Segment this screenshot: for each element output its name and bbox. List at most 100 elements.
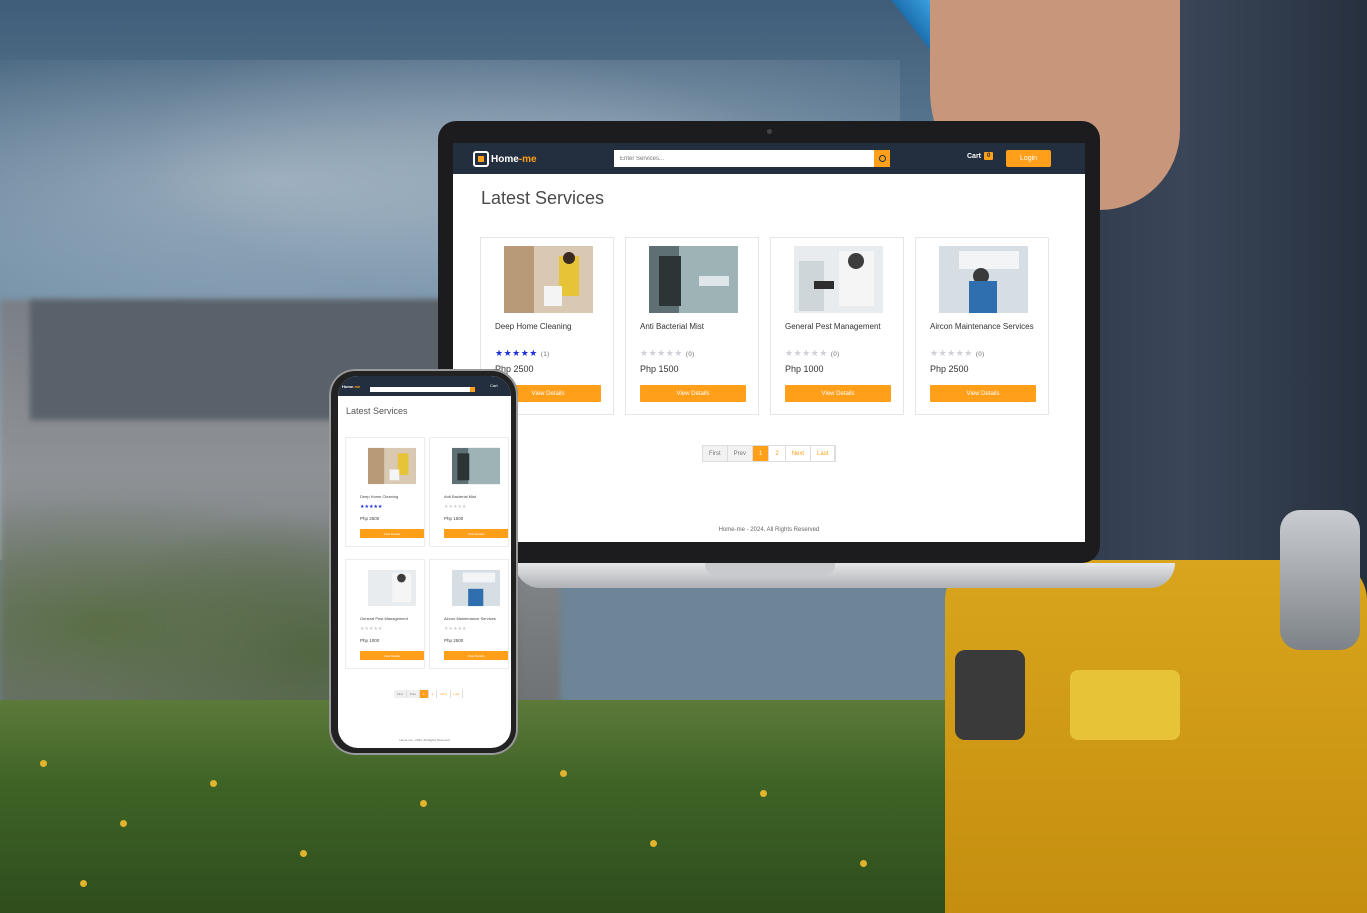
flower [210, 780, 217, 787]
pest-control-photo [368, 569, 416, 607]
flower [650, 840, 657, 847]
star-rating: ★★★★★ [444, 626, 467, 632]
mobile-cart-link[interactable]: Cart [490, 383, 498, 388]
flower [420, 800, 427, 807]
mobile-service-card: Aircon Maintenance Services ★★★★★ Php 25… [429, 559, 509, 669]
flower [40, 760, 47, 767]
review-count: (1) [540, 352, 550, 358]
mobile-page-title: Latest Services [346, 406, 408, 416]
pagination-page-1[interactable]: 1 [753, 446, 770, 461]
pagination-last[interactable]: Last [450, 690, 464, 698]
home-toolbox-icon [473, 151, 489, 167]
mobile-service-card: Anti Bacterial Mist ★★★★★ Php 1500 View … [429, 437, 509, 547]
mobile-service-card: General Pest Management ★★★★★ Php 1000 V… [345, 559, 425, 669]
pagination-last[interactable]: Last [811, 446, 836, 461]
laptop-notch [705, 563, 835, 575]
service-title: Anti Bacterial Mist [640, 322, 705, 331]
view-details-button[interactable]: View Details [444, 651, 508, 660]
pagination-next[interactable]: Next [437, 690, 451, 698]
service-price: Php 1000 [360, 638, 380, 643]
pliers [1280, 510, 1360, 650]
search-bar [614, 150, 890, 167]
service-card: General Pest Management ★★★★★ (0) Php 100… [770, 237, 904, 415]
pagination-page-1[interactable]: 1 [420, 690, 429, 698]
disinfect-photo [649, 246, 738, 313]
service-price: Php 2500 [360, 516, 380, 521]
brand-name: Home-me [491, 153, 537, 165]
service-title: Aircon Maintenance Services [930, 322, 1034, 331]
service-price: Php 1500 [640, 364, 679, 374]
search-button[interactable] [874, 150, 890, 167]
disinfect-photo [452, 447, 500, 485]
star-rating: ★★★★★ (0) [930, 348, 985, 358]
review-count: (0) [830, 352, 840, 358]
view-details-button[interactable]: View Details [930, 385, 1036, 402]
flower [760, 790, 767, 797]
star-rating: ★★★★★ (1) [495, 348, 550, 358]
laptop-screen: Home-me Cart 0 Login Latest Services Dee… [453, 143, 1085, 542]
mobile-navbar: Home-me Cart [338, 376, 511, 396]
login-button[interactable]: Login [1006, 150, 1051, 167]
page-title: Latest Services [481, 188, 605, 208]
search-icon [878, 155, 886, 162]
laptop-camera [767, 129, 772, 134]
star-rating: ★★★★★ [360, 504, 383, 510]
flower [80, 880, 87, 887]
tape-measure [955, 650, 1025, 740]
service-price: Php 2500 [444, 638, 464, 643]
pagination-page-2[interactable]: 2 [428, 690, 438, 698]
view-details-button[interactable]: View Details [785, 385, 891, 402]
cleaning-photo [504, 246, 593, 313]
service-price: Php 1000 [785, 364, 824, 374]
service-price: Php 1500 [444, 516, 464, 521]
flower [120, 820, 127, 827]
star-rating: ★★★★★ [360, 626, 383, 632]
view-details-button[interactable]: View Details [360, 529, 424, 538]
calculator-tool [1070, 670, 1180, 740]
star-rating: ★★★★★ (0) [640, 348, 695, 358]
mobile-service-card: Deep Home Cleaning ★★★★★ Php 2500 View D… [345, 437, 425, 547]
cart-count-badge: 0 [984, 152, 994, 160]
pagination-next[interactable]: Next [785, 446, 812, 461]
phone-screen: Home-me Cart Latest Services Deep Home C… [338, 376, 511, 748]
service-title: Aircon Maintenance Services [444, 616, 496, 621]
laptop-base [515, 563, 1175, 588]
search-input[interactable] [614, 150, 874, 167]
pagination-page-2[interactable]: 2 [769, 446, 786, 461]
pagination-prev[interactable]: Prev [727, 446, 754, 461]
pagination-first[interactable]: First [394, 690, 407, 698]
mobile-pagination: First Prev 1 2 Next Last [394, 690, 464, 698]
view-details-button[interactable]: View Details [444, 529, 508, 538]
mobile-brand-logo[interactable]: Home-me [342, 384, 360, 389]
pagination-first[interactable]: First [703, 446, 728, 461]
pest-control-photo [794, 246, 883, 313]
flower [560, 770, 567, 777]
navbar: Home-me Cart 0 Login [453, 143, 1085, 174]
service-title: Deep Home Cleaning [495, 322, 572, 331]
star-rating: ★★★★★ (0) [785, 348, 840, 358]
view-details-button[interactable]: View Details [360, 651, 424, 660]
view-details-button[interactable]: View Details [640, 385, 746, 402]
pagination-prev[interactable]: Prev [406, 690, 421, 698]
service-card: Anti Bacterial Mist ★★★★★ (0) Php 1500 Vi… [625, 237, 759, 415]
mobile-search-input[interactable] [370, 387, 475, 392]
service-title: General Pest Management [785, 322, 881, 331]
mobile-footer-text: Home-me - 2024, All Rights Reserved [399, 738, 450, 742]
aircon-photo [939, 246, 1028, 313]
footer-text: Home-me - 2024, All Rights Reserved [718, 527, 820, 533]
service-price: Php 2500 [930, 364, 969, 374]
brand-logo[interactable]: Home-me [473, 150, 537, 168]
review-count: (0) [685, 352, 695, 358]
cart-link[interactable]: Cart 0 [967, 152, 994, 160]
cleaning-photo [368, 447, 416, 485]
pagination: First Prev 1 2 Next Last [702, 445, 837, 462]
flower [860, 860, 867, 867]
service-title: General Pest Management [360, 616, 408, 621]
flower [300, 850, 307, 857]
service-card: Aircon Maintenance Services ★★★★★ (0) Php… [915, 237, 1049, 415]
service-title: Deep Home Cleaning [360, 494, 399, 499]
service-title: Anti Bacterial Mist [444, 494, 477, 499]
star-rating: ★★★★★ [444, 504, 467, 510]
cart-label: Cart [967, 152, 982, 160]
service-card-list: Deep Home Cleaning ★★★★★ (1) Php 2500 Vie… [480, 237, 1049, 415]
